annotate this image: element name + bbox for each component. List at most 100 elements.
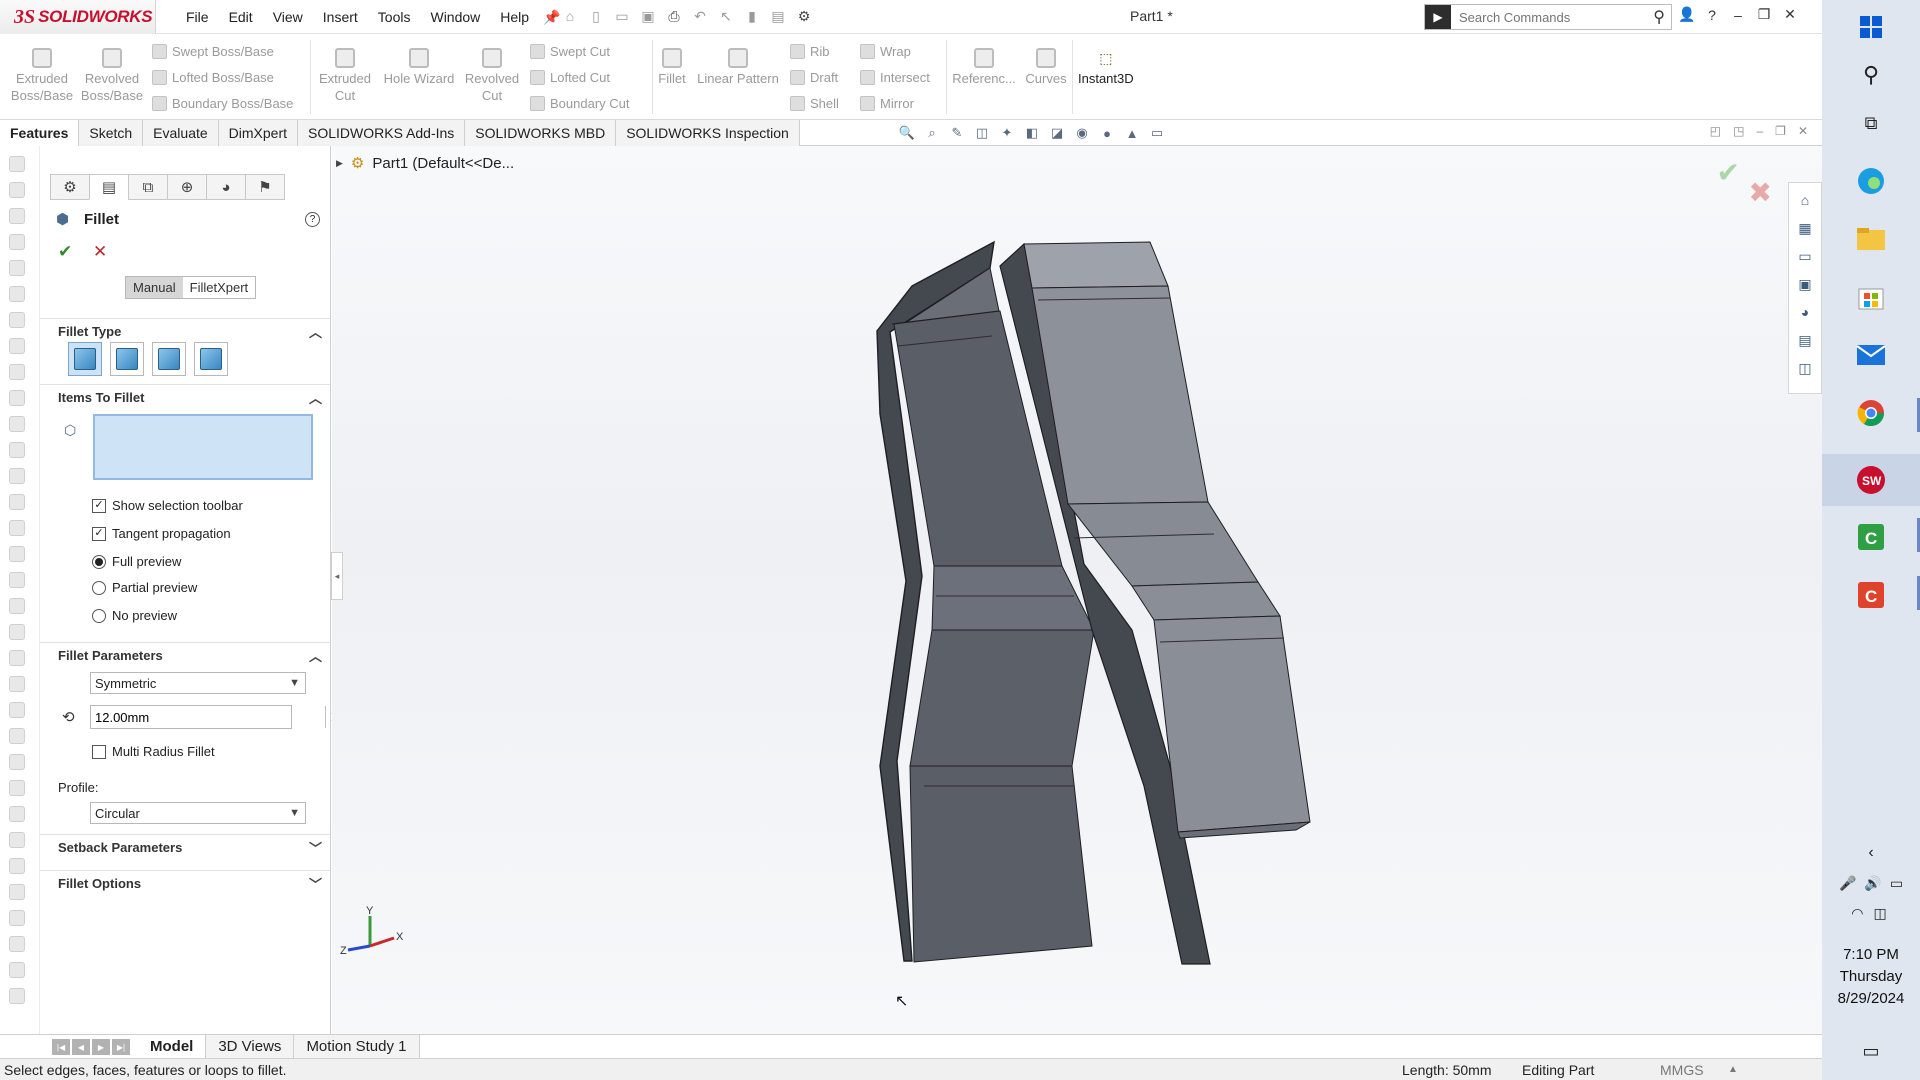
fillet-method-dropdown[interactable]: Symmetric ▼ [90, 672, 306, 694]
show-selection-toolbar-option[interactable]: ✓ Show selection toolbar [92, 498, 243, 513]
menu-insert[interactable]: Insert [313, 9, 368, 25]
clock-time[interactable]: 7:10 PM [1822, 946, 1920, 963]
menu-help[interactable]: Help [490, 9, 539, 25]
part-model[interactable] [332, 146, 1822, 1034]
first-tab-icon[interactable]: |◀ [52, 1039, 70, 1055]
file-explorer-icon[interactable] [1854, 222, 1888, 256]
radio-unselected[interactable] [92, 608, 106, 623]
radio-unselected[interactable] [92, 580, 106, 595]
feature-shortcut-icon[interactable] [9, 546, 25, 562]
tab-features[interactable]: Features [0, 120, 80, 146]
search-icon[interactable]: ⚲ [1653, 7, 1665, 27]
items-to-fillet-selection-box[interactable] [93, 414, 313, 480]
open-icon[interactable]: ▭ [612, 6, 632, 26]
boundary-cut-button[interactable]: Boundary Cut [530, 96, 630, 111]
partial-preview-option[interactable]: Partial preview [92, 580, 197, 595]
feature-shortcut-icon[interactable] [9, 780, 25, 796]
checkbox-checked[interactable]: ✓ [92, 498, 106, 513]
search-input[interactable] [1451, 9, 1631, 25]
new-document-icon[interactable]: ▯ [586, 6, 606, 26]
feature-shortcut-icon[interactable] [9, 234, 25, 250]
pin-icon[interactable]: 📌 [543, 9, 560, 26]
rib-button[interactable]: Rib [790, 44, 830, 59]
camtasia-green-icon[interactable]: C [1854, 520, 1888, 554]
feature-shortcut-icon[interactable] [9, 442, 25, 458]
display-style-icon[interactable]: ◪ [1048, 124, 1066, 142]
fillet-options-header[interactable]: Fillet Options ﹀ [40, 870, 330, 896]
viewport-restore-icon[interactable]: ❐ [1775, 124, 1786, 138]
clock-date[interactable]: 8/29/2024 [1822, 990, 1920, 1007]
notification-center-icon[interactable]: ▭ [1854, 1034, 1888, 1068]
feature-shortcut-icon[interactable] [9, 702, 25, 718]
variable-size-fillet-button[interactable] [110, 342, 144, 376]
windows-start-icon[interactable] [1854, 10, 1888, 44]
menu-file[interactable]: File [176, 9, 219, 25]
configuration-manager-tab-icon[interactable]: ⧉ [128, 174, 168, 200]
viewport-minimize-icon[interactable]: – [1756, 124, 1763, 138]
confirmation-ok-icon[interactable]: ✔ [1717, 156, 1740, 189]
menu-window[interactable]: Window [420, 9, 490, 25]
feature-shortcut-icon[interactable] [9, 598, 25, 614]
hole-wizard-button[interactable]: Hole Wizard [378, 48, 460, 87]
lofted-boss-button[interactable]: Lofted Boss/Base [152, 70, 274, 85]
feature-shortcut-icon[interactable] [9, 910, 25, 926]
search-icon[interactable]: ⚲ [1854, 58, 1888, 92]
feature-shortcut-icon[interactable] [9, 338, 25, 354]
edit-appearance-icon[interactable]: ● [1098, 124, 1116, 142]
menu-view[interactable]: View [263, 9, 313, 25]
search-scope-icon[interactable]: ▶ [1425, 5, 1451, 29]
manual-mode-button[interactable]: Manual [126, 277, 183, 298]
confirmation-cancel-icon[interactable]: ✖ [1749, 176, 1772, 209]
file-properties-icon[interactable]: ▤ [768, 6, 788, 26]
viewport-close-icon[interactable]: ✕ [1798, 124, 1808, 138]
face-fillet-button[interactable] [152, 342, 186, 376]
mail-icon[interactable] [1854, 338, 1888, 372]
meet-now-icon[interactable]: ◫ [1873, 905, 1886, 922]
wrap-button[interactable]: Wrap [860, 44, 911, 59]
file-explorer-icon[interactable]: ▭ [1794, 245, 1816, 267]
feature-shortcut-icon[interactable] [9, 754, 25, 770]
full-preview-option[interactable]: Full preview [92, 554, 181, 569]
lofted-cut-button[interactable]: Lofted Cut [530, 70, 610, 85]
last-tab-icon[interactable]: ▶| [112, 1039, 130, 1055]
swept-cut-button[interactable]: Swept Cut [530, 44, 610, 59]
status-units[interactable]: MMGS [1660, 1062, 1704, 1078]
search-commands-box[interactable]: ▶ ⚲ [1424, 4, 1672, 30]
restore-icon[interactable]: ❐ [1756, 6, 1772, 23]
save-icon[interactable]: ▣ [638, 6, 658, 26]
chevron-down-icon[interactable]: ﹀ [309, 874, 322, 893]
linear-pattern-button[interactable]: Linear Pattern [692, 48, 784, 87]
radius-field[interactable]: ▲▼ [90, 705, 338, 729]
display-manager-tab-icon[interactable]: ◕ [206, 174, 246, 200]
units-menu-arrow-icon[interactable]: ▲ [1728, 1064, 1738, 1075]
battery-icon[interactable]: ▭ [1890, 875, 1903, 892]
checkbox-checked[interactable]: ✓ [92, 526, 106, 541]
extruded-cut-button[interactable]: Extruded Cut [312, 48, 378, 104]
apply-scene-icon[interactable]: ▲ [1123, 124, 1141, 142]
multi-radius-fillet-option[interactable]: Multi Radius Fillet [92, 744, 215, 759]
next-tab-icon[interactable]: ▶ [92, 1039, 110, 1055]
show-hidden-icons-chevron[interactable]: ‹ [1854, 836, 1888, 870]
no-preview-option[interactable]: No preview [92, 608, 177, 623]
curves-button[interactable]: Curves [1022, 48, 1070, 87]
feature-shortcut-icon[interactable] [9, 260, 25, 276]
view-orientation-icon[interactable]: ◧ [1023, 124, 1041, 142]
select-icon[interactable]: ↖ [716, 6, 736, 26]
help-icon[interactable]: ? [305, 211, 320, 227]
feature-shortcut-icon[interactable] [9, 884, 25, 900]
feature-shortcut-icon[interactable] [9, 182, 25, 198]
section-view-icon[interactable]: ◫ [973, 124, 991, 142]
tab-mbd[interactable]: SOLIDWORKS MBD [465, 120, 617, 146]
wifi-icon[interactable]: ◠ [1851, 905, 1863, 922]
options-gear-icon[interactable]: ⚙ [794, 6, 814, 26]
intersect-button[interactable]: Intersect [860, 70, 930, 85]
tab-evaluate[interactable]: Evaluate [143, 120, 219, 146]
feature-shortcut-icon[interactable] [9, 572, 25, 588]
feature-shortcut-icon[interactable] [9, 520, 25, 536]
forum-icon[interactable]: ◫ [1794, 357, 1816, 379]
full-round-fillet-button[interactable] [194, 342, 228, 376]
radio-selected[interactable] [92, 554, 106, 569]
feature-shortcut-icon[interactable] [9, 156, 25, 172]
help-question-icon[interactable]: ? [1704, 7, 1720, 23]
chrome-browser-icon[interactable] [1854, 396, 1888, 430]
